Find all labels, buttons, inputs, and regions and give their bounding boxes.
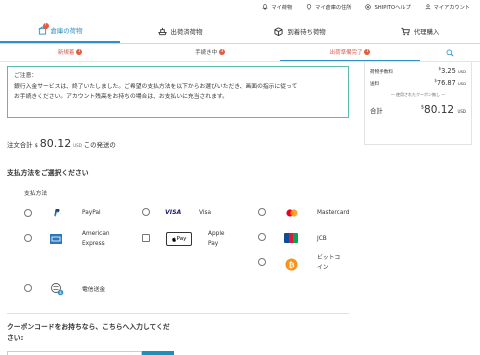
- bell-icon: [262, 4, 268, 10]
- cart-icon: [401, 27, 410, 36]
- applepay-logo-icon: Pay: [166, 232, 192, 246]
- currency-symbol: $: [34, 143, 38, 149]
- applepay-radio[interactable]: [142, 234, 150, 242]
- summary-shipping-cost: 送料 $76.87 USD: [370, 78, 466, 90]
- main-tabs: ! 倉庫の荷物 出荷済荷物 到着待ち荷物 代理購入: [0, 20, 480, 44]
- tab-badge: !: [42, 23, 49, 29]
- bitcoin-logo-icon: ₿: [285, 258, 298, 271]
- amex-label-2: Express: [82, 241, 105, 247]
- svg-text:₿: ₿: [288, 260, 294, 269]
- order-summary: 荷物手数料 $3.25 USD 送料 $76.87 USD — 使用されたクーポ…: [364, 62, 472, 145]
- search-icon: [446, 49, 454, 57]
- applepay-label-1: Apple: [208, 231, 225, 237]
- subtab-ready-to-ship[interactable]: 出荷準備完了 1: [280, 45, 420, 61]
- summary-value: 76.87: [436, 79, 456, 88]
- search-button[interactable]: [420, 45, 480, 61]
- package-icon: [274, 27, 283, 36]
- coupon-apply-button[interactable]: [142, 351, 174, 355]
- warehouse-icon: !: [38, 23, 49, 35]
- tab-label: 代理購入: [413, 28, 440, 36]
- sub-tabs: 新規着 1 手続き中 3 出荷準備完了 1: [0, 45, 480, 62]
- amex-label-1: American: [82, 231, 110, 237]
- tab-incoming-packages[interactable]: 到着待ち荷物: [240, 20, 360, 43]
- order-total: 注文合計 $80.12 USD この発送の: [7, 137, 116, 150]
- jcb-label: JCB: [317, 236, 327, 242]
- payment-method-label: 支払方法: [24, 191, 48, 197]
- applepay-label-2: Pay: [208, 241, 219, 247]
- visa-logo-icon: VISA: [165, 209, 182, 216]
- tab-label: 倉庫の荷物: [50, 27, 83, 35]
- user-icon: [425, 4, 431, 10]
- coupon-title-line-2: さい:: [7, 334, 24, 342]
- subtab-label: 出荷準備完了: [329, 50, 363, 56]
- order-total-amount: 80.12: [39, 137, 72, 150]
- jcb-radio[interactable]: [258, 233, 266, 241]
- wire-transfer-icon: $: [51, 283, 64, 296]
- wire-transfer-label: 電信送金: [82, 287, 106, 293]
- notice-line-2: お手続きください。アカウント残高をお持ちの場合は、お支払いに充当されます。: [14, 94, 228, 100]
- applepay-logo-text: Pay: [176, 236, 187, 242]
- amex-radio[interactable]: [24, 234, 32, 242]
- coupon-title-line-1: クーポンコードをお持ちなら、こちらへ入力してくだ: [7, 323, 170, 331]
- tab-warehouse-packages[interactable]: ! 倉庫の荷物: [0, 20, 120, 43]
- location-pin-icon: [307, 4, 312, 10]
- subtab-new-arrivals[interactable]: 新規着 1: [0, 45, 140, 61]
- my-account-link[interactable]: マイアカウント: [425, 4, 470, 11]
- tab-shipped-packages[interactable]: 出荷済荷物: [120, 20, 240, 43]
- order-total-suffix: この発送の: [83, 141, 116, 149]
- paypal-label: PayPal: [82, 210, 101, 216]
- currency-code: USD: [73, 143, 82, 148]
- payment-section-title: 支払方法をご選択ください: [7, 169, 89, 177]
- subtab-label: 手続き中: [195, 50, 218, 56]
- subtab-badge: 1: [364, 49, 371, 55]
- tab-label: 到着待ち荷物: [287, 28, 326, 36]
- currency-code: USD: [457, 81, 466, 87]
- mastercard-logo-icon: [286, 209, 298, 217]
- summary-handling-fee: 荷物手数料 $3.25 USD: [370, 66, 466, 78]
- top-bar: マイ荷物 マイ倉庫の住所 SHIPITOヘルプ マイアカウント: [0, 0, 480, 14]
- summary-total: 合計 $80.12 USD: [370, 104, 466, 116]
- coupon-code-input[interactable]: [7, 351, 142, 355]
- notice-heading: ご注意：: [14, 73, 38, 79]
- subtab-label: 新規着: [57, 50, 75, 56]
- summary-value: 3.25: [441, 67, 456, 76]
- notice-box: ご注意： 銀行入金サービスは、終了いたしました。ご希望の支払方法を以下からお選び…: [7, 66, 349, 118]
- order-total-label: 注文合計: [7, 141, 33, 149]
- summary-total-label: 合計: [370, 107, 383, 115]
- tab-label: 出荷済荷物: [170, 28, 203, 36]
- my-packages-link[interactable]: マイ荷物: [262, 4, 292, 11]
- divider: [7, 313, 349, 314]
- visa-label: Visa: [199, 210, 212, 216]
- bitcoin-label-1: ビットコ: [317, 255, 341, 261]
- paypal-radio[interactable]: [24, 209, 32, 217]
- notice-line-1: 銀行入金サービスは、終了いたしました。ご希望の支払方法を以下からお選びいただき、…: [14, 84, 298, 90]
- summary-total-value: 80.12: [424, 104, 455, 116]
- svg-text:$: $: [59, 290, 62, 295]
- warehouse-address-link[interactable]: マイ倉庫の住所: [306, 4, 351, 11]
- bitcoin-label-2: イン: [317, 265, 329, 271]
- currency-code: USD: [457, 69, 466, 75]
- mastercard-radio[interactable]: [258, 208, 266, 216]
- subtab-badge: 1: [76, 49, 83, 55]
- summary-label: 荷物手数料: [370, 70, 393, 76]
- ship-icon: [157, 27, 167, 36]
- top-links: マイ荷物 マイ倉庫の住所 SHIPITOヘルプ マイアカウント: [262, 0, 470, 14]
- apple-icon: [171, 236, 176, 242]
- bitcoin-radio[interactable]: [258, 258, 266, 266]
- subtab-badge: 3: [218, 49, 225, 55]
- tab-proxy-purchase[interactable]: 代理購入: [360, 20, 480, 43]
- no-coupon-note: — 使用されたクーポン無し —: [390, 92, 446, 97]
- amex-logo-icon: [50, 234, 62, 244]
- currency-code: USD: [457, 109, 466, 114]
- help-link[interactable]: SHIPITOヘルプ: [365, 4, 411, 11]
- subtab-in-process[interactable]: 手続き中 3: [140, 45, 280, 61]
- wire-transfer-radio[interactable]: [24, 284, 32, 292]
- jcb-logo-icon: [284, 233, 298, 243]
- coupon-title: クーポンコードをお持ちなら、こちらへ入力してくだ さい:: [7, 322, 187, 344]
- mastercard-label: Mastercard: [317, 210, 350, 216]
- summary-label: 送料: [370, 82, 380, 88]
- paypal-logo-icon: [54, 209, 60, 217]
- visa-radio[interactable]: [142, 208, 150, 216]
- help-icon: [365, 4, 372, 10]
